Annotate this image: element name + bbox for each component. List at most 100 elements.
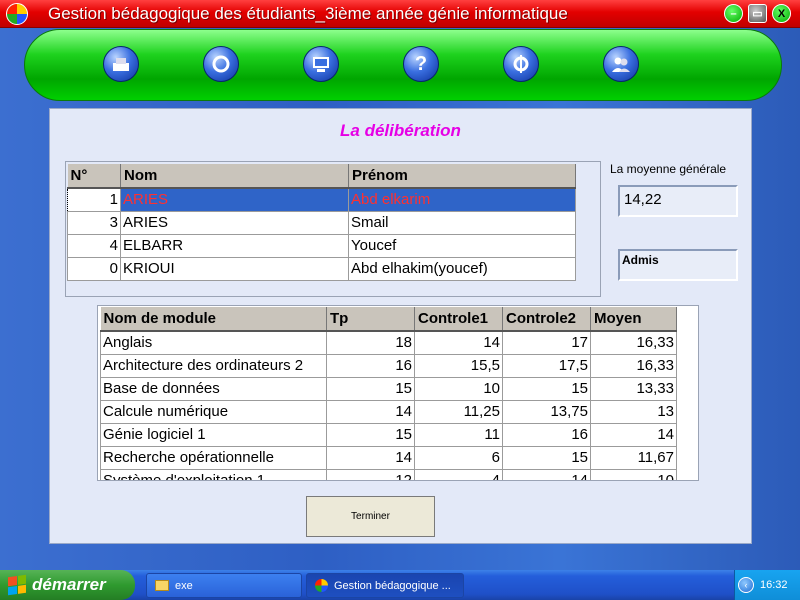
system-tray: ‹ 16:32 xyxy=(734,570,800,600)
taskbar: démarrer exe Gestion bédagogique ... ‹ 1… xyxy=(0,570,800,600)
column-header-nom[interactable]: Nom xyxy=(120,164,349,189)
deliberation-panel: La délibération N° Nom Prénom 1 ARIES Ab… xyxy=(49,108,752,544)
student-num-cell[interactable]: 4 xyxy=(67,233,121,258)
controle1-cell[interactable]: 10 xyxy=(414,376,503,401)
average-field: 14,22 xyxy=(618,185,738,217)
column-header-tp[interactable]: Tp xyxy=(326,307,415,332)
table-row[interactable]: Système d'exploitation 1 12 4 14 10 xyxy=(100,468,677,480)
minimize-button[interactable]: – xyxy=(724,4,743,23)
users-icon[interactable] xyxy=(603,46,639,82)
moyen-cell[interactable]: 16,33 xyxy=(590,330,677,355)
finish-button[interactable]: Terminer xyxy=(306,496,435,537)
student-nom-cell[interactable]: ELBARR xyxy=(120,233,349,258)
student-num-cell[interactable]: 3 xyxy=(67,210,121,235)
modules-grid[interactable]: Nom de module Tp Controle1 Controle2 Moy… xyxy=(97,305,699,481)
controle1-cell[interactable]: 15,5 xyxy=(414,353,503,378)
search-icon[interactable] xyxy=(203,46,239,82)
tp-cell[interactable]: 18 xyxy=(326,330,415,355)
tp-cell[interactable]: 16 xyxy=(326,353,415,378)
table-row[interactable]: Base de données 15 10 15 13,33 xyxy=(100,376,677,401)
table-row[interactable]: 0 KRIOUI Abd elhakim(youcef) xyxy=(67,256,576,281)
table-row[interactable]: 4 ELBARR Youcef xyxy=(67,233,576,258)
controle1-cell[interactable]: 11,25 xyxy=(414,399,503,424)
student-prenom-cell[interactable]: Abd elkarim xyxy=(348,187,576,212)
average-label: La moyenne générale xyxy=(610,162,727,176)
task-gestion[interactable]: Gestion bédagogique ... xyxy=(306,573,464,598)
app-icon xyxy=(315,579,328,592)
module-name-cell[interactable]: Calcule numérique xyxy=(100,399,327,424)
student-nom-cell[interactable]: ARIES xyxy=(120,210,349,235)
moyen-cell[interactable]: 13,33 xyxy=(590,376,677,401)
module-name-cell[interactable]: Génie logiciel 1 xyxy=(100,422,327,447)
toolbar: ? xyxy=(24,29,782,101)
clock[interactable]: 16:32 xyxy=(760,579,788,591)
moyen-cell[interactable]: 14 xyxy=(590,422,677,447)
maximize-button[interactable]: ▭ xyxy=(748,4,767,23)
windows-logo-icon xyxy=(8,574,26,596)
student-prenom-cell[interactable]: Abd elhakim(youcef) xyxy=(348,256,576,281)
moyen-cell[interactable]: 16,33 xyxy=(590,353,677,378)
result-field: Admis xyxy=(618,249,738,281)
column-header-controle2[interactable]: Controle2 xyxy=(502,307,591,332)
table-row[interactable]: Recherche opérationnelle 14 6 15 11,67 xyxy=(100,445,677,470)
table-row[interactable]: 3 ARIES Smail xyxy=(67,210,576,235)
controle2-cell[interactable]: 15 xyxy=(502,445,591,470)
controle2-cell[interactable]: 15 xyxy=(502,376,591,401)
table-row[interactable]: Anglais 18 14 17 16,33 xyxy=(100,330,677,355)
controle1-cell[interactable]: 6 xyxy=(414,445,503,470)
tp-cell[interactable]: 14 xyxy=(326,399,415,424)
column-header-module[interactable]: Nom de module xyxy=(100,307,327,332)
column-header-prenom[interactable]: Prénom xyxy=(348,164,576,189)
table-row[interactable]: 1 ARIES Abd elkarim xyxy=(67,187,576,212)
tp-cell[interactable]: 15 xyxy=(326,422,415,447)
tp-cell[interactable]: 14 xyxy=(326,445,415,470)
settings-icon[interactable] xyxy=(503,46,539,82)
controle2-cell[interactable]: 13,75 xyxy=(502,399,591,424)
controle1-cell[interactable]: 11 xyxy=(414,422,503,447)
student-nom-cell[interactable]: KRIOUI xyxy=(120,256,349,281)
moyen-cell[interactable]: 10 xyxy=(590,468,677,480)
module-name-cell[interactable]: Système d'exploitation 1 xyxy=(100,468,327,480)
computer-icon[interactable] xyxy=(303,46,339,82)
table-row[interactable]: Calcule numérique 14 11,25 13,75 13 xyxy=(100,399,677,424)
students-grid[interactable]: N° Nom Prénom 1 ARIES Abd elkarim 3 ARIE… xyxy=(65,161,601,297)
tp-cell[interactable]: 12 xyxy=(326,468,415,480)
task-label: exe xyxy=(175,579,193,592)
task-label: Gestion bédagogique ... xyxy=(334,579,451,592)
page-title: La délibération xyxy=(340,121,461,140)
modules-table: Nom de module Tp Controle1 Controle2 Moy… xyxy=(100,307,677,480)
chevron-left-icon[interactable]: ‹ xyxy=(738,577,754,593)
controle1-cell[interactable]: 14 xyxy=(414,330,503,355)
module-name-cell[interactable]: Recherche opérationnelle xyxy=(100,445,327,470)
app-icon[interactable] xyxy=(6,3,28,25)
close-button[interactable]: X xyxy=(772,4,791,23)
column-header-moyen[interactable]: Moyen xyxy=(590,307,677,332)
start-button[interactable]: démarrer xyxy=(0,570,135,600)
controle2-cell[interactable]: 17 xyxy=(502,330,591,355)
controle2-cell[interactable]: 17,5 xyxy=(502,353,591,378)
task-exe[interactable]: exe xyxy=(146,573,302,598)
column-header-num[interactable]: N° xyxy=(67,164,121,189)
module-name-cell[interactable]: Anglais xyxy=(100,330,327,355)
student-prenom-cell[interactable]: Youcef xyxy=(348,233,576,258)
help-icon[interactable]: ? xyxy=(403,46,439,82)
student-num-cell[interactable]: 1 xyxy=(67,187,121,212)
start-label: démarrer xyxy=(32,575,106,594)
moyen-cell[interactable]: 13 xyxy=(590,399,677,424)
student-nom-cell[interactable]: ARIES xyxy=(120,187,349,212)
students-table: N° Nom Prénom 1 ARIES Abd elkarim 3 ARIE… xyxy=(67,164,576,281)
student-num-cell[interactable]: 0 xyxy=(67,256,121,281)
module-name-cell[interactable]: Base de données xyxy=(100,376,327,401)
student-card-icon[interactable] xyxy=(103,46,139,82)
controle1-cell[interactable]: 4 xyxy=(414,468,503,480)
folder-icon xyxy=(155,580,169,591)
column-header-controle1[interactable]: Controle1 xyxy=(414,307,503,332)
table-row[interactable]: Génie logiciel 1 15 11 16 14 xyxy=(100,422,677,447)
controle2-cell[interactable]: 16 xyxy=(502,422,591,447)
moyen-cell[interactable]: 11,67 xyxy=(590,445,677,470)
controle2-cell[interactable]: 14 xyxy=(502,468,591,480)
table-row[interactable]: Architecture des ordinateurs 2 16 15,5 1… xyxy=(100,353,677,378)
tp-cell[interactable]: 15 xyxy=(326,376,415,401)
module-name-cell[interactable]: Architecture des ordinateurs 2 xyxy=(100,353,327,378)
student-prenom-cell[interactable]: Smail xyxy=(348,210,576,235)
